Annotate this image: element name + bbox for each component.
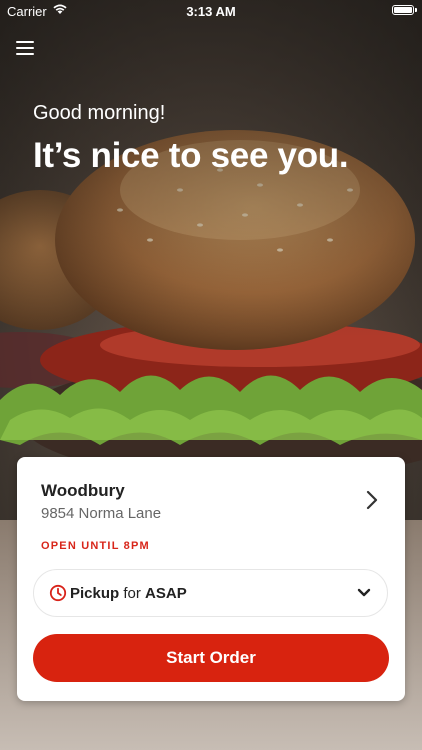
chevron-right-icon — [366, 490, 378, 510]
hamburger-menu-icon — [16, 41, 34, 43]
greeting-text: Good morning! — [33, 102, 166, 124]
store-address: 9854 Norma Lane — [41, 505, 162, 522]
clock-icon — [49, 584, 67, 602]
store-hours-status: OPEN UNTIL 8PM — [41, 540, 150, 552]
order-card: Woodbury 9854 Norma Lane OPEN UNTIL 8PM … — [17, 457, 405, 701]
welcome-heading: It’s nice to see you. — [33, 136, 349, 175]
clock-time: 3:13 AM — [186, 4, 236, 19]
order-type-dropdown[interactable]: Pickup for ASAP — [33, 569, 388, 617]
battery-icon — [392, 5, 417, 15]
start-order-button[interactable]: Start Order — [33, 634, 389, 682]
status-bar: Carrier 3:13 AM — [0, 0, 422, 22]
order-type-text: Pickup for ASAP — [70, 585, 187, 602]
store-name: Woodbury — [41, 481, 125, 500]
chevron-down-icon — [357, 588, 371, 597]
store-selector[interactable]: Woodbury 9854 Norma Lane — [17, 457, 405, 537]
order-time: ASAP — [145, 585, 187, 602]
order-method: Pickup — [70, 585, 120, 602]
app-screen: Carrier 3:13 AM Good morning! It’s nice … — [0, 0, 422, 750]
order-connector: for — [123, 585, 141, 602]
menu-button[interactable] — [16, 40, 34, 56]
